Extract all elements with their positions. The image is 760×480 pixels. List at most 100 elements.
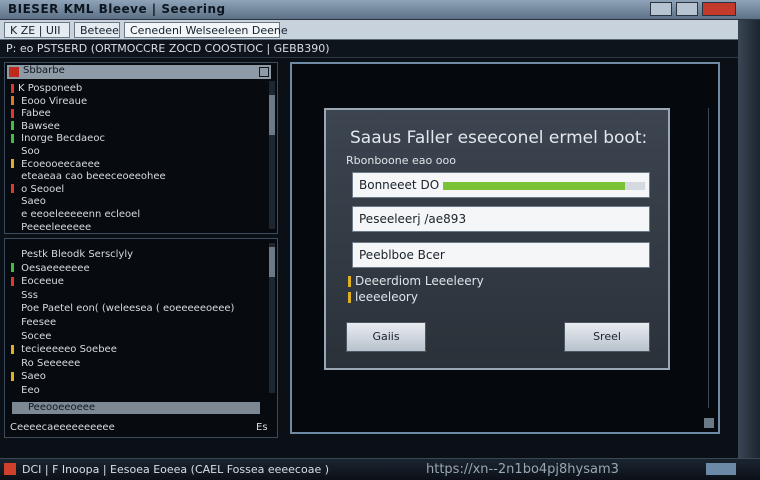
hscroll-label: Peeooeeoeee — [28, 402, 96, 413]
list-item-label: Sss — [18, 289, 38, 301]
list-item[interactable]: Eooo Vireaue — [11, 96, 87, 108]
panel-maximize-icon[interactable] — [259, 67, 269, 77]
list-item[interactable]: Bawsee — [11, 121, 60, 133]
window-titlebar: BIESER KML Bleeve | Seeering — [0, 0, 760, 20]
list-item-label: eteaeaa cao beeeceoeeohee — [18, 171, 166, 183]
watermark-url: https://xn--2n1bo4pj8hysam3 — [426, 462, 619, 477]
list-item-label: Poe Paetel eon( (weleesea ( eoeeeeeoeee) — [18, 303, 235, 315]
left-status-right: Es — [256, 422, 268, 433]
option-1[interactable]: Deeerdiom Leeeleery — [348, 274, 484, 288]
toolbar: P: eo PSTSERD (ORTMOCCRE ZOCD COOSTIOC |… — [0, 40, 738, 58]
status-marker-icon — [11, 147, 14, 156]
list-item-label: Eeo — [18, 385, 40, 396]
tree-panel: Sbbarbe K Posponeeb Eooo Vireaue Fabee B… — [4, 62, 278, 234]
list-item[interactable]: Ecoeooeecaeee — [11, 159, 100, 171]
detail-scrollbar-thumb[interactable] — [269, 247, 275, 277]
list-item-label: Oesaeeeeeee — [18, 262, 90, 274]
progress-label: Bonneeet DO — [359, 178, 440, 192]
text-field-2[interactable]: Peseeleerj /ae893 — [352, 206, 650, 232]
list-item[interactable]: Fabee — [11, 108, 51, 120]
list-item[interactable]: Ro Seeeeee — [11, 358, 80, 370]
list-item[interactable]: e eeoeleeeeenn ecleoel — [11, 209, 140, 221]
tree-scrollbar[interactable] — [269, 81, 275, 229]
list-item-label: e eeoeleeeeenn ecleoel — [18, 209, 141, 220]
list-item-label: Ro Seeeeee — [18, 357, 81, 369]
dialog-subtitle: Rbonboone eao ooo — [346, 154, 456, 167]
list-item[interactable]: Oesaeeeeeee — [11, 263, 90, 275]
list-item[interactable]: eteaeaa cao beeeceoeeohee — [11, 171, 166, 183]
list-item-label: Bawsee — [18, 120, 60, 132]
resize-grip-icon[interactable] — [704, 418, 714, 428]
status-marker-icon — [11, 197, 14, 206]
list-item[interactable]: Peeeeleeeeee — [11, 222, 91, 234]
minimize-button[interactable] — [650, 2, 672, 16]
status-marker-icon — [11, 184, 14, 194]
window-title: BIESER KML Bleeve | Seeering — [8, 2, 226, 16]
detail-scrollbar[interactable] — [269, 243, 275, 393]
list-item[interactable]: Poe Paetel eon( (weleesea ( eoeeeeeoeee) — [11, 303, 234, 315]
status-marker-icon — [11, 133, 14, 143]
status-marker-icon — [11, 358, 14, 367]
taskbar: DCI | F Inoopa | Eesoea Eoeea (CAEL Foss… — [0, 458, 760, 480]
tray-icon[interactable] — [706, 463, 736, 475]
list-item[interactable]: Eoceeue — [11, 276, 64, 288]
list-item-label: Saeo — [18, 371, 46, 383]
list-item[interactable]: Saeo — [11, 371, 46, 383]
list-item-label: Eooo Vireaue — [18, 95, 88, 107]
dialog-left-button[interactable]: Gaiis — [346, 322, 426, 352]
option-2[interactable]: leeeeleory — [348, 290, 418, 304]
list-item-label: Peeeeleeeeee — [18, 221, 92, 233]
maximize-button[interactable] — [676, 2, 698, 16]
status-marker-icon — [11, 371, 14, 381]
list-item[interactable]: Inorge Becdaeoc — [11, 133, 105, 145]
list-item[interactable]: Eeo — [11, 385, 40, 397]
status-marker-icon — [11, 210, 14, 219]
list-item-label: Soo — [18, 146, 40, 157]
status-marker-icon — [11, 344, 14, 354]
tab-1[interactable]: K ZE | UII — [4, 22, 70, 38]
taskbar-text: DCI | F Inoopa | Eesoea Eoeea (CAEL Foss… — [22, 463, 330, 476]
boot-failure-dialog: Saaus Faller eseeconel ermel boot: Rbonb… — [324, 108, 670, 370]
tab-3[interactable]: Cenedenl Welseeleen Deene — [124, 22, 288, 38]
tab-2[interactable]: Beteee — [74, 22, 120, 38]
list-item-label: Socee — [18, 330, 52, 342]
text-field-3[interactable]: Peeblboe Bcer — [352, 242, 650, 268]
list-item[interactable]: Sss — [11, 290, 38, 302]
progress-bar — [443, 182, 645, 190]
list-item[interactable]: Feesee — [11, 317, 56, 329]
option-1-marker-icon — [348, 276, 351, 287]
list-item-label: Saeo — [18, 196, 46, 208]
tree-scrollbar-thumb[interactable] — [269, 95, 275, 135]
dialog-title: Saaus Faller eseeconel ermel boot: — [350, 128, 648, 148]
status-marker-icon — [11, 331, 14, 340]
list-item[interactable]: Socee — [11, 331, 51, 343]
status-marker-icon — [11, 263, 14, 273]
list-item-label: Inorge Becdaeoc — [18, 133, 105, 145]
list-item[interactable]: K Posponeeb — [11, 83, 82, 95]
panel-icon — [9, 67, 19, 77]
list-item[interactable]: tecieeeeeo Soebee — [11, 344, 117, 356]
list-item-label: o Seooel — [18, 183, 65, 195]
field-3-value: Peeblboe Bcer — [359, 248, 445, 262]
status-marker-icon — [11, 386, 14, 395]
list-item-label: tecieeeeeo Soebee — [18, 344, 117, 356]
status-marker-icon — [11, 276, 14, 286]
list-item[interactable]: Saeo — [11, 196, 46, 208]
list-item[interactable]: o Seooel — [11, 184, 64, 196]
monitor-bezel — [738, 20, 760, 458]
dialog-right-button[interactable]: Sreel — [564, 322, 650, 352]
start-icon[interactable] — [4, 463, 16, 475]
status-marker-icon — [11, 304, 14, 313]
list-item[interactable]: Pestk Bleodk Sersclyly — [11, 249, 133, 261]
status-marker-icon — [11, 172, 14, 181]
list-item-label: Eoceeue — [18, 276, 64, 288]
list-item[interactable]: Soo — [11, 146, 40, 158]
status-marker-icon — [11, 290, 14, 299]
close-button[interactable] — [702, 2, 736, 16]
detail-hscrollbar[interactable]: Peeooeeoeee — [12, 402, 260, 414]
list-item-label: Feesee — [18, 317, 57, 328]
tab-bar: K ZE | UII Beteee Cenedenl Welseeleen De… — [0, 20, 738, 40]
status-marker-icon — [11, 318, 14, 327]
main-view-scrollbar[interactable] — [708, 108, 714, 408]
tree-panel-title: Sbbarbe — [23, 65, 65, 76]
